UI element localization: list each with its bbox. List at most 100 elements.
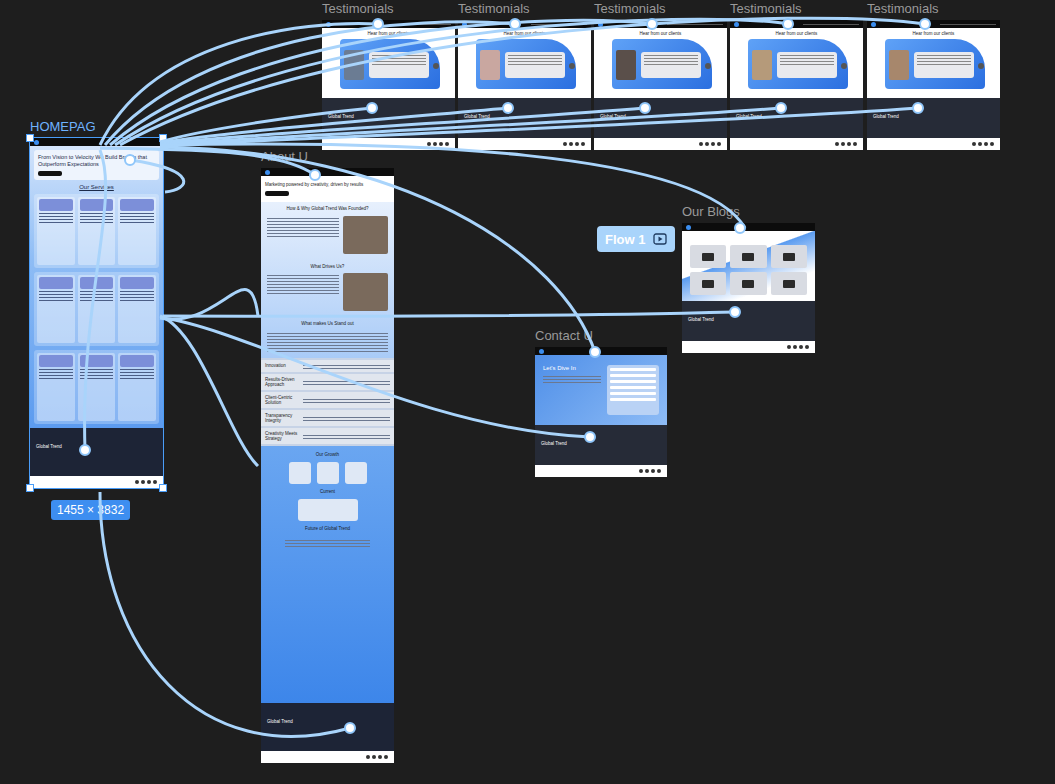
connection-line[interactable] — [160, 316, 258, 466]
connection-line[interactable] — [100, 148, 315, 175]
frame-label[interactable]: Our Blogs — [682, 204, 740, 219]
client-photo — [480, 50, 500, 80]
footer-bottom — [261, 751, 394, 763]
nav-bar — [535, 347, 667, 355]
connection-node[interactable] — [80, 445, 90, 455]
contact-frame[interactable]: Contact U Let's Dive In Global Trend — [535, 347, 667, 477]
connection-line[interactable] — [115, 19, 788, 145]
client-photo — [889, 50, 909, 80]
connection-node[interactable] — [783, 19, 793, 29]
blog-grid — [682, 231, 815, 301]
connection-line[interactable] — [105, 22, 515, 145]
nav-bar — [322, 20, 455, 28]
frame-label[interactable]: HOMEPAG — [30, 119, 96, 134]
about-hero: Marketing powered by creativity, driven … — [261, 176, 394, 202]
quote-card — [777, 52, 837, 78]
frame-label[interactable]: Contact U — [535, 328, 593, 343]
blog-card[interactable] — [730, 272, 766, 295]
connection-line[interactable] — [160, 290, 258, 320]
footer: Global Trend — [535, 425, 667, 465]
connection-node[interactable] — [776, 103, 786, 113]
frame-label[interactable]: Testimonials — [458, 1, 530, 16]
resize-handle[interactable] — [159, 134, 167, 142]
connection-line[interactable] — [163, 312, 735, 316]
resize-handle[interactable] — [26, 484, 34, 492]
frame-label[interactable]: About U — [261, 149, 308, 164]
connection-line[interactable] — [110, 20, 652, 145]
flow-badge[interactable]: Flow 1 — [597, 226, 675, 252]
cta-button[interactable] — [265, 191, 289, 196]
connection-line[interactable] — [120, 18, 925, 145]
connection-node[interactable] — [345, 723, 355, 733]
connection-line[interactable] — [160, 144, 745, 228]
blog-card[interactable] — [730, 245, 766, 268]
connection-node[interactable] — [920, 19, 930, 29]
testimonials-frame[interactable]: Testimonials Hear from our clients Globa… — [594, 20, 727, 150]
service-card[interactable] — [118, 275, 156, 343]
connection-line[interactable] — [160, 147, 595, 352]
resize-handle[interactable] — [159, 484, 167, 492]
blog-card[interactable] — [771, 245, 807, 268]
nav-bar — [682, 223, 815, 231]
connection-node[interactable] — [585, 432, 595, 442]
value-row: Transparency Integrity — [261, 410, 394, 426]
frame-label[interactable]: Testimonials — [594, 1, 666, 16]
connection-line[interactable] — [163, 318, 590, 437]
connection-line[interactable] — [160, 108, 645, 144]
connection-line[interactable] — [160, 108, 508, 143]
service-card[interactable] — [118, 197, 156, 265]
service-card[interactable] — [78, 353, 116, 421]
connection-node[interactable] — [913, 103, 923, 113]
connection-node[interactable] — [125, 155, 135, 165]
service-card[interactable] — [78, 275, 116, 343]
homepage-frame[interactable]: HOMEPAG From Vision to Velocity We Build… — [30, 138, 163, 488]
design-canvas[interactable]: Testimonials Hear from our clients Globa… — [0, 0, 1055, 784]
play-icon[interactable] — [653, 233, 667, 245]
cta-button[interactable] — [38, 171, 62, 176]
service-card[interactable] — [37, 197, 75, 265]
service-card[interactable] — [118, 353, 156, 421]
service-card[interactable] — [37, 275, 75, 343]
blogs-frame[interactable]: Our Blogs Global Trend — [682, 223, 815, 353]
connection-node[interactable] — [590, 347, 600, 357]
logo-icon — [734, 22, 739, 27]
frame-label[interactable]: Testimonials — [867, 1, 939, 16]
frame-label[interactable]: Testimonials — [322, 1, 394, 16]
testimonials-frame[interactable]: Testimonials Hear from our clients Globa… — [867, 20, 1000, 150]
nav-bar — [594, 20, 727, 28]
services-title: Our Services — [34, 184, 159, 190]
connection-node[interactable] — [735, 223, 745, 233]
frame-label[interactable]: Testimonials — [730, 1, 802, 16]
connection-line[interactable] — [160, 108, 918, 146]
blog-card[interactable] — [690, 272, 726, 295]
blog-card[interactable] — [690, 245, 726, 268]
section-heading: Hear from our clients — [867, 31, 1000, 36]
testimonials-frame[interactable]: Testimonials Hear from our clients Globa… — [322, 20, 455, 150]
connection-node[interactable] — [367, 103, 377, 113]
connection-line[interactable] — [100, 24, 378, 145]
testimonials-frame[interactable]: Testimonials Hear from our clients Globa… — [730, 20, 863, 150]
blog-card[interactable] — [771, 272, 807, 295]
connection-line[interactable] — [100, 492, 350, 736]
connection-line[interactable] — [85, 150, 106, 450]
about-frame[interactable]: About U Marketing powered by creativity,… — [261, 168, 394, 763]
connection-line[interactable] — [160, 108, 372, 142]
footer-bottom — [30, 476, 163, 488]
connection-node[interactable] — [510, 19, 520, 29]
connection-node[interactable] — [310, 170, 320, 180]
resize-handle[interactable] — [26, 134, 34, 142]
connection-line[interactable] — [160, 108, 781, 145]
connection-node[interactable] — [640, 103, 650, 113]
connection-node[interactable] — [730, 307, 740, 317]
connection-node[interactable] — [647, 19, 657, 29]
connection-node[interactable] — [503, 103, 513, 113]
service-card[interactable] — [78, 197, 116, 265]
connection-line[interactable] — [130, 160, 184, 192]
connection-node[interactable] — [373, 19, 383, 29]
testimonials-frame[interactable]: Testimonials Hear from our clients Globa… — [458, 20, 591, 150]
testimonial-stage — [322, 36, 455, 98]
testimonial-section: Hear from our clients — [322, 28, 455, 98]
contact-form[interactable] — [607, 365, 659, 415]
service-card[interactable] — [37, 353, 75, 421]
value-row: Innovation — [261, 360, 394, 372]
